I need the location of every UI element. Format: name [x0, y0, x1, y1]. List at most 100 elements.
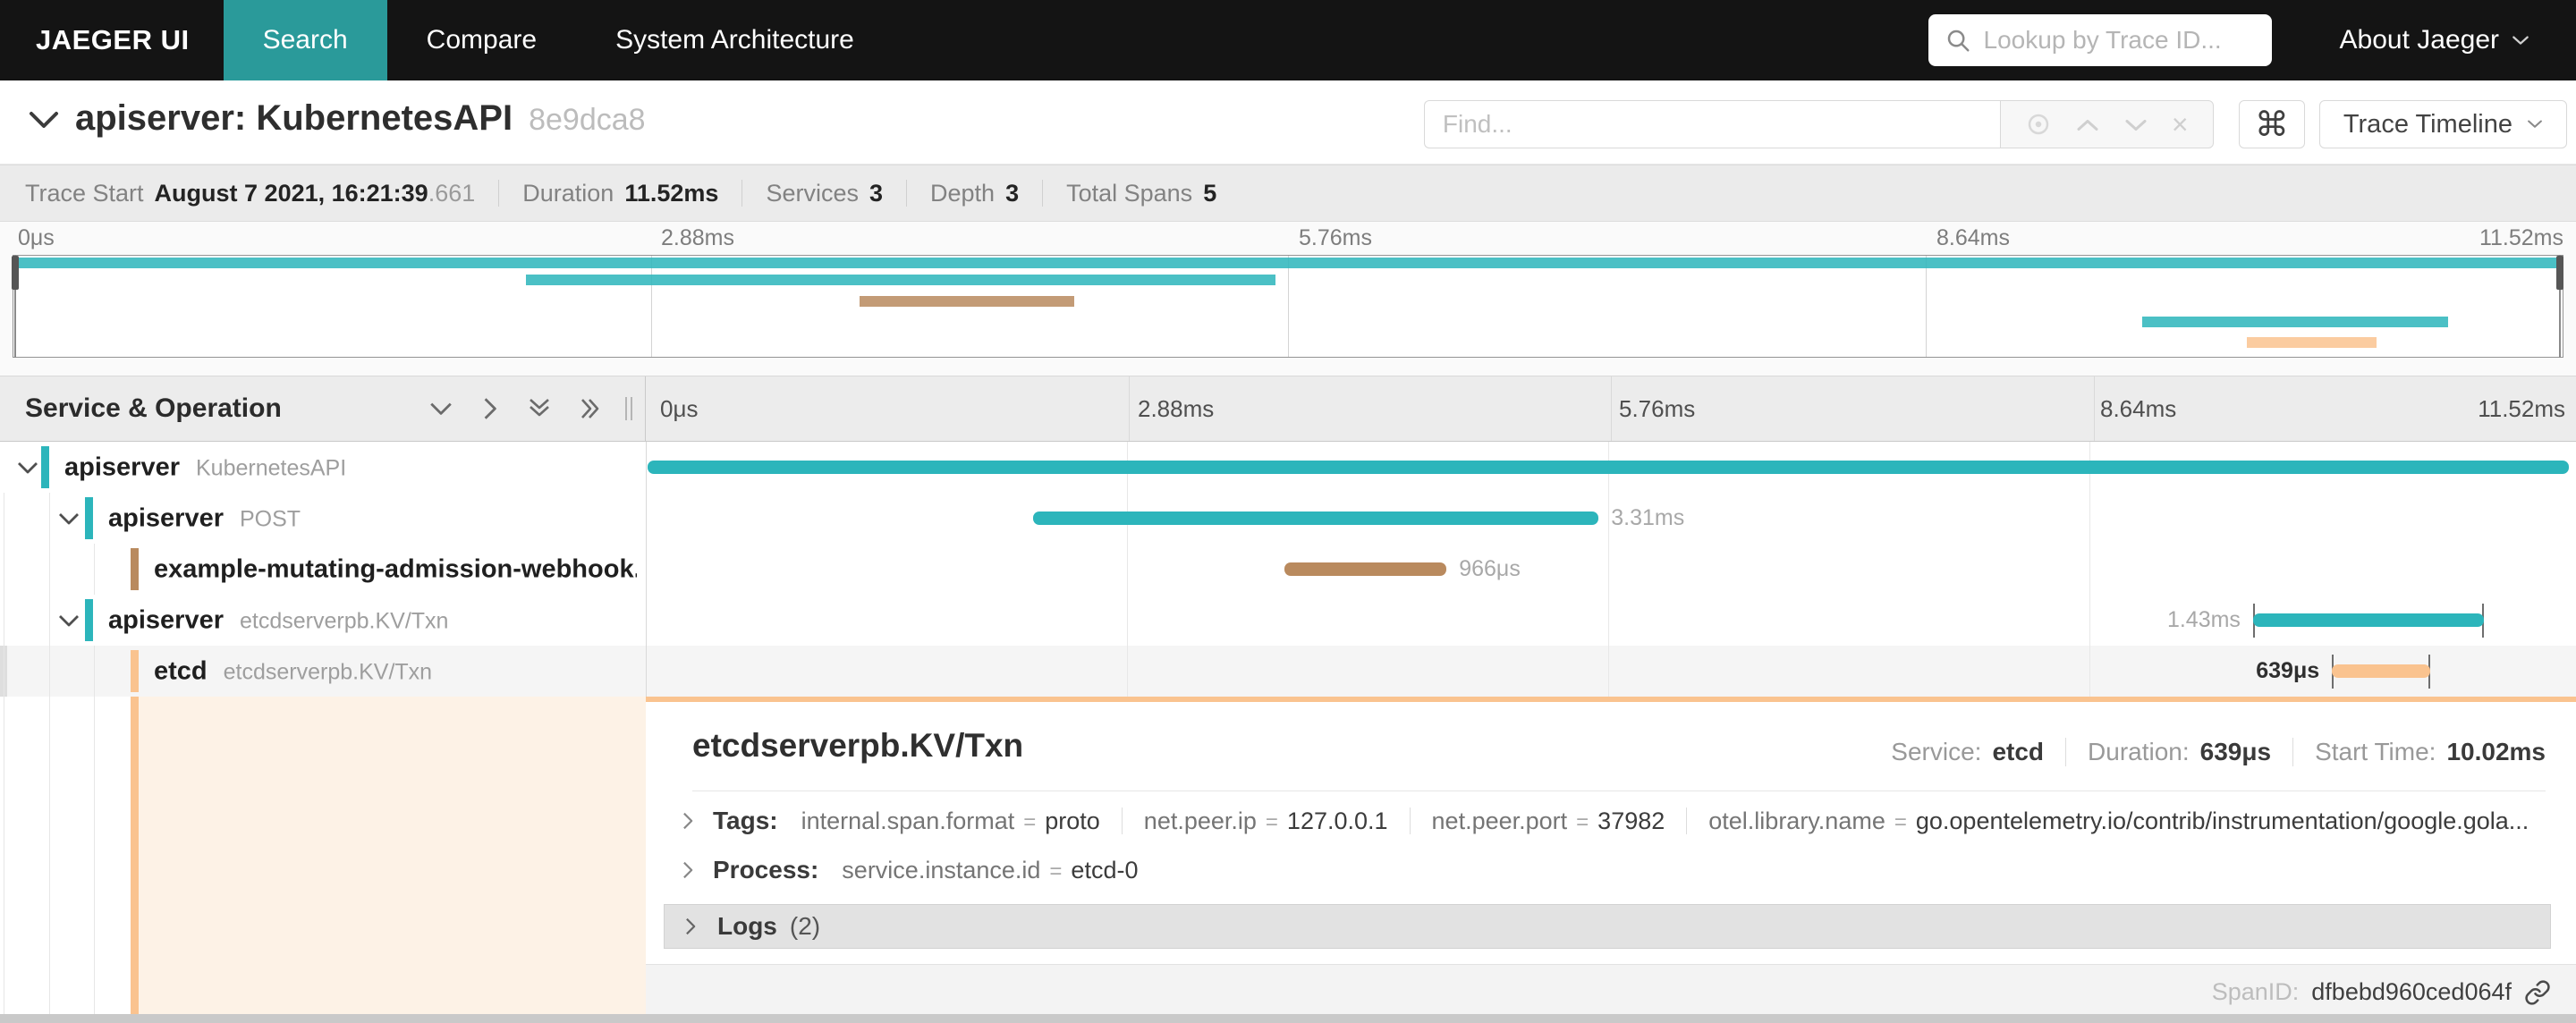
- equals-sign: =: [1265, 809, 1278, 834]
- minimap-span-bar: [525, 275, 1275, 285]
- divider: [692, 790, 2546, 791]
- total-spans-label: Total Spans: [1066, 179, 1193, 207]
- spanid-label: SpanID:: [2211, 978, 2300, 1005]
- divider: [1042, 180, 1044, 207]
- minimap-canvas[interactable]: [13, 255, 2563, 358]
- trace-lookup-input[interactable]: [1983, 26, 2256, 55]
- span-bar[interactable]: [1032, 512, 1599, 525]
- indent-guide: [49, 544, 50, 595]
- nav-right-group: About Jaeger: [1928, 0, 2576, 80]
- nav-tab-search[interactable]: Search: [223, 0, 387, 80]
- span-row[interactable]: apiserver etcdserverpb.KV/Txn 1.43ms: [0, 595, 2576, 646]
- span-operation-name: etcdserverpb.KV/Txn: [223, 659, 433, 684]
- span-name-wrap: etcd etcdserverpb.KV/Txn: [154, 656, 432, 686]
- column-divider: [646, 442, 647, 697]
- timeline-tick-label: 11.52ms: [2478, 395, 2565, 422]
- divider: [741, 180, 743, 207]
- service-operation-header: Service & Operation: [0, 376, 646, 441]
- span-color-bar: [131, 650, 139, 692]
- span-bar[interactable]: [2252, 613, 2485, 627]
- chevron-down-icon[interactable]: [57, 512, 80, 526]
- minimap-tick-strip: 0μs 2.88ms 5.76ms 8.64ms 11.52ms: [0, 222, 2576, 255]
- trace-header: apiserver: KubernetesAPI 8e9dca8 × ⌘ Trac…: [0, 80, 2576, 165]
- next-match-chevron-down-icon[interactable]: [2124, 117, 2148, 132]
- prev-match-chevron-up-icon[interactable]: [2076, 117, 2099, 132]
- about-jaeger-menu[interactable]: About Jaeger: [2340, 25, 2529, 55]
- divider: [906, 180, 907, 207]
- span-row[interactable]: apiserver KubernetesAPI: [0, 442, 2576, 493]
- chevron-right-icon: [684, 916, 698, 937]
- span-duration-label: 639μs: [2256, 658, 2320, 683]
- chevron-down-icon: [2512, 35, 2529, 46]
- timeline-header: 0μs 2.88ms 5.76ms 8.64ms 11.52ms: [646, 376, 2576, 441]
- collapse-one-chevron-down-icon[interactable]: [428, 401, 453, 417]
- span-detail-meta: Service: etcd Duration: 639μs Start Time…: [1891, 738, 2546, 766]
- app-logo[interactable]: JAEGER UI: [0, 0, 224, 80]
- tag-value: etcd-0: [1071, 856, 1139, 884]
- tag-value: go.opentelemetry.io/contrib/instrumentat…: [1915, 807, 2529, 834]
- span-detail-card: etcdserverpb.KV/Txn Service: etcd Durati…: [646, 697, 2576, 1019]
- expand-all-double-chevron-right-icon[interactable]: [580, 396, 602, 421]
- copy-link-icon[interactable]: [2524, 979, 2551, 1006]
- focus-match-icon[interactable]: [2025, 111, 2052, 138]
- minimap-grid-line: [1925, 256, 1927, 357]
- tag-value: 37982: [1597, 807, 1665, 834]
- span-row-timeline[interactable]: [646, 442, 2571, 493]
- minimap-tick-label: 5.76ms: [1299, 225, 1372, 250]
- span-row-timeline[interactable]: 1.43ms: [646, 595, 2571, 646]
- minimap-left-scrubber-handle[interactable]: [12, 256, 19, 290]
- span-name-wrap: apiserver KubernetesAPI: [64, 452, 346, 482]
- clear-find-icon[interactable]: ×: [2172, 110, 2189, 139]
- collapse-all-double-chevron-down-icon[interactable]: [527, 398, 552, 419]
- span-color-bar: [41, 446, 49, 488]
- span-row-left: etcd etcdserverpb.KV/Txn: [0, 646, 646, 697]
- spanid-value: dfbebd960ced064f: [2311, 978, 2512, 1005]
- expand-one-chevron-right-icon[interactable]: [482, 396, 498, 421]
- nav-tab-compare[interactable]: Compare: [387, 0, 576, 80]
- minimap-span-bar: [2141, 317, 2448, 327]
- keyboard-shortcuts-button[interactable]: ⌘: [2238, 100, 2305, 148]
- span-row[interactable]: apiserver POST 3.31ms: [0, 493, 2576, 544]
- column-resizer[interactable]: [625, 397, 632, 420]
- chevron-down-icon[interactable]: [57, 613, 80, 628]
- find-input[interactable]: [1423, 100, 2000, 148]
- minimap-right-scrubber-handle[interactable]: [2556, 256, 2563, 290]
- equals-sign: =: [1576, 809, 1589, 834]
- span-table-header: Service & Operation 0μs 2.88ms 5.76ms 8.64m…: [0, 376, 2576, 442]
- tag-key: net.peer.ip: [1143, 807, 1257, 834]
- span-row-timeline[interactable]: 3.31ms: [646, 493, 2571, 544]
- process-list: service.instance.id = etcd-0: [842, 857, 1138, 884]
- span-row[interactable]: etcd etcdserverpb.KV/Txn 639μs: [0, 646, 2576, 697]
- depth-value: 3: [1005, 179, 1020, 207]
- span-row-timeline[interactable]: 966μs: [646, 544, 2571, 595]
- process-accordion[interactable]: Process: service.instance.id = etcd-0: [682, 856, 1138, 884]
- span-operation-name: KubernetesAPI: [196, 455, 347, 480]
- span-row-timeline[interactable]: 639μs: [646, 646, 2571, 697]
- trace-view-selector[interactable]: Trace Timeline: [2318, 100, 2567, 148]
- logs-accordion[interactable]: Logs (2): [664, 904, 2551, 949]
- span-name-wrap: apiserver etcdserverpb.KV/Txn: [108, 605, 448, 635]
- nav-tab-system-architecture[interactable]: System Architecture: [576, 0, 894, 80]
- tag-entry: otel.library.name = go.opentelemetry.io/co…: [1708, 807, 2529, 835]
- tag-value: proto: [1045, 807, 1100, 834]
- duration-value: 639μs: [2199, 738, 2272, 765]
- collapse-trace-chevron-icon[interactable]: [27, 109, 61, 135]
- minimap-tick-label: 2.88ms: [661, 225, 734, 250]
- tag-separator: [1686, 807, 1688, 834]
- trace-start-value: August 7 2021, 16:21:39: [154, 179, 428, 207]
- span-detail-footer: SpanID: dfbebd960ced064f: [646, 964, 2576, 1019]
- chevron-down-icon[interactable]: [16, 461, 39, 475]
- tags-accordion[interactable]: Tags: internal.span.format = proto net.peer…: [682, 807, 2529, 835]
- span-row[interactable]: example-mutating-admission-webhook... 966…: [0, 544, 2576, 595]
- span-bar[interactable]: [648, 461, 2569, 474]
- span-service-name: example-mutating-admission-webhook...: [154, 554, 637, 583]
- tag-key: net.peer.port: [1431, 807, 1568, 834]
- span-bar[interactable]: [1284, 562, 1447, 576]
- minimap-span-bar: [15, 258, 2561, 268]
- span-color-bar: [85, 497, 93, 539]
- indent-guide: [49, 697, 50, 1014]
- trace-lookup-box[interactable]: [1928, 14, 2272, 66]
- span-bar[interactable]: [2332, 664, 2430, 678]
- span-duration-label: 3.31ms: [1611, 505, 1685, 530]
- trace-title: apiserver: KubernetesAPI: [75, 98, 513, 138]
